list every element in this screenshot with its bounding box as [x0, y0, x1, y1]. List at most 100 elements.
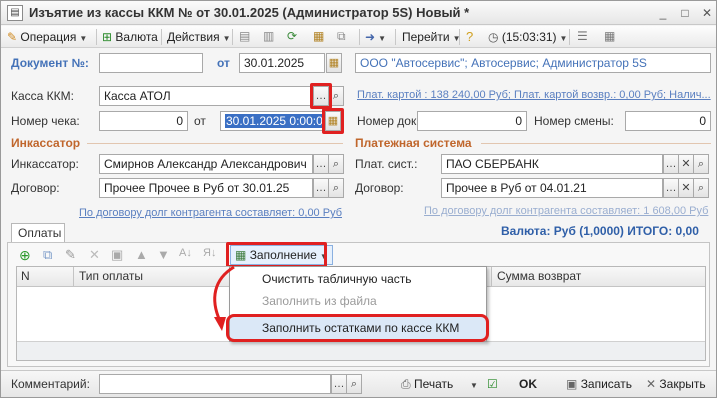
check-number-label: Номер чека: — [11, 114, 80, 128]
red-arrow-icon — [213, 265, 235, 331]
payment-contract-search-icon[interactable]: ⌕ — [693, 178, 709, 198]
move-up-icon[interactable]: ▲ — [135, 247, 151, 263]
payment-system-clear-icon[interactable]: ✕ — [678, 154, 694, 174]
goto-arrow-icon: ➜ — [365, 30, 376, 44]
comment-select-button[interactable]: … — [331, 374, 347, 394]
check-datetime-field[interactable]: 30.01.2025 0:00:00 — [220, 111, 324, 131]
actions-label: Действия — [167, 30, 220, 44]
collector-search-icon[interactable]: ⌕ — [328, 154, 344, 174]
column-payment-type[interactable]: Тип оплаты — [79, 269, 143, 283]
document-date-field[interactable]: 30.01.2025 — [239, 53, 325, 73]
kkm-select-highlight — [310, 83, 332, 109]
column-divider — [491, 267, 492, 287]
copy-icon[interactable]: ▦ — [313, 29, 329, 45]
menu-item-fill-from-file[interactable]: Заполнить из файла — [230, 290, 486, 312]
goto-label: Перейти — [402, 30, 450, 44]
help-icon[interactable]: ? — [466, 29, 482, 45]
check-datetime-value: 30.01.2025 0:00:00 — [225, 114, 323, 128]
collector-section-divider — [87, 143, 343, 144]
close-icon: ✕ — [646, 377, 657, 391]
list-icon[interactable]: ☰ — [577, 29, 593, 45]
add-row-icon[interactable]: ⊕ — [19, 247, 35, 263]
currency-button[interactable]: ⊞ Валюта — [102, 28, 158, 46]
organization-field[interactable]: ООО "Автосервис"; Автосервис; Администра… — [355, 53, 711, 73]
column-return-sum[interactable]: Сумма возврат — [497, 269, 581, 283]
comment-search-icon[interactable]: ⌕ — [346, 374, 362, 394]
save-label: Записать — [580, 377, 632, 391]
payment-system-search-icon[interactable]: ⌕ — [693, 154, 709, 174]
tab-payments[interactable]: Оплаты — [11, 223, 65, 243]
printer-icon: ⎙ — [401, 377, 411, 391]
table-icon[interactable]: ▦ — [604, 29, 620, 45]
sort-asc-icon[interactable]: A↓ — [179, 247, 195, 263]
comment-field[interactable] — [99, 374, 331, 394]
document-date-from-label: от — [217, 56, 230, 70]
minimize-button[interactable]: _ — [655, 5, 671, 21]
comment-label: Комментарий: — [11, 377, 90, 391]
collector-contract-select-button[interactable]: … — [313, 178, 329, 198]
shift-number-field[interactable]: 0 — [625, 111, 711, 131]
close-label: Закрыть — [659, 377, 706, 391]
payment-contract-clear-icon[interactable]: ✕ — [678, 178, 694, 198]
collector-select-button[interactable]: … — [313, 154, 329, 174]
structure-icon[interactable]: ⧉ — [337, 29, 353, 45]
document-number-label: Документ №: — [11, 56, 89, 70]
close-button[interactable]: ✕ Закрыть — [646, 375, 706, 393]
end-edit-icon[interactable]: ▣ — [111, 247, 127, 263]
collector-label: Инкассатор: — [11, 157, 79, 171]
ok-button[interactable]: OK — [519, 375, 537, 393]
operation-label: Операция — [20, 30, 77, 44]
move-down-icon[interactable]: ▼ — [157, 247, 173, 263]
close-window-button[interactable]: ✕ — [699, 5, 715, 21]
goto-menu[interactable]: Перейти ▼ — [402, 28, 460, 46]
post-icon[interactable]: ▤ — [239, 29, 255, 45]
delete-row-icon[interactable]: ✕ — [89, 247, 105, 263]
collector-field[interactable]: Смирнов Александр Александрович — [99, 154, 313, 174]
print-dropdown[interactable]: ▼ — [467, 375, 478, 393]
check-date-from-label: от — [194, 114, 206, 128]
unpost-icon[interactable]: ▥ — [263, 29, 279, 45]
operation-menu[interactable]: ✎ Операция ▼ — [7, 28, 87, 46]
doc-number-field[interactable]: 0 — [417, 111, 527, 131]
currency-label: Валюта — [115, 30, 158, 44]
calendar-icon[interactable]: ▦ — [326, 53, 342, 73]
payment-system-select-button[interactable]: … — [663, 154, 679, 174]
document-window: ▤ Изъятие из кассы ККМ № от 30.01.2025 (… — [0, 0, 717, 398]
save-icon: ▣ — [566, 377, 578, 391]
refresh-icon[interactable]: ⟳ — [287, 29, 303, 45]
check-number-field[interactable]: 0 — [99, 111, 188, 131]
edit-row-icon[interactable]: ✎ — [65, 247, 81, 263]
payment-system-section-divider — [481, 143, 711, 144]
payment-system-label: Плат. сист.: — [355, 157, 418, 171]
menu-item-clear-table[interactable]: Очистить табличную часть — [230, 268, 486, 290]
window-title: Изъятие из кассы ККМ № от 30.01.2025 (Ад… — [29, 5, 470, 20]
kkm-field[interactable]: Касса АТОЛ — [99, 86, 313, 106]
toolbar: ✎ Операция ▼ ⊞ Валюта Действия ▼ ▤ ▥ ⟳ ▦ ⧉… — [1, 26, 716, 48]
payment-system-debt-link[interactable]: По договору долг контрагента составляет:… — [424, 205, 708, 217]
payment-contract-select-button[interactable]: … — [663, 178, 679, 198]
goto-arrow-button[interactable]: ➜ ▼ — [365, 28, 386, 46]
actions-menu[interactable]: Действия ▼ — [167, 28, 231, 46]
payment-summary-link[interactable]: Плат. картой : 138 240,00 Руб; Плат. кар… — [357, 89, 711, 101]
shift-number-label: Номер смены: — [534, 114, 614, 128]
collector-contract-field[interactable]: Прочее Прочее в Руб от 30.01.25 — [99, 178, 313, 198]
collector-contract-search-icon[interactable]: ⌕ — [328, 178, 344, 198]
save-button[interactable]: ▣ Записать — [566, 375, 632, 393]
print-button[interactable]: ⎙ Печать — [401, 375, 453, 393]
time-menu[interactable]: ◷ (15:03:31) ▼ — [488, 28, 567, 46]
document-number-field[interactable] — [99, 53, 203, 73]
title-bar: ▤ Изъятие из кассы ККМ № от 30.01.2025 (… — [1, 1, 716, 25]
column-number[interactable]: N — [21, 269, 30, 283]
bottom-bar: Комментарий: … ⌕ ⎙ Печать ▼ ☑ OK ▣ Запис… — [1, 370, 716, 397]
maximize-button[interactable]: □ — [677, 5, 693, 21]
kkm-label: Касса ККМ: — [11, 89, 74, 103]
totals-text: Валюта: Руб (1,0000) ИТОГО: 0,00 — [501, 224, 699, 238]
collector-debt-link[interactable]: По договору долг контрагента составляет:… — [79, 207, 342, 219]
column-divider — [73, 267, 74, 287]
document-icon: ▤ — [7, 5, 23, 21]
payment-system-field[interactable]: ПАО СБЕРБАНК — [441, 154, 663, 174]
operation-icon: ✎ — [7, 30, 18, 44]
copy-row-icon[interactable]: ⧉ — [43, 247, 59, 263]
payment-contract-field[interactable]: Прочее в Руб от 04.01.21 — [441, 178, 663, 198]
print-label: Печать — [413, 377, 454, 391]
